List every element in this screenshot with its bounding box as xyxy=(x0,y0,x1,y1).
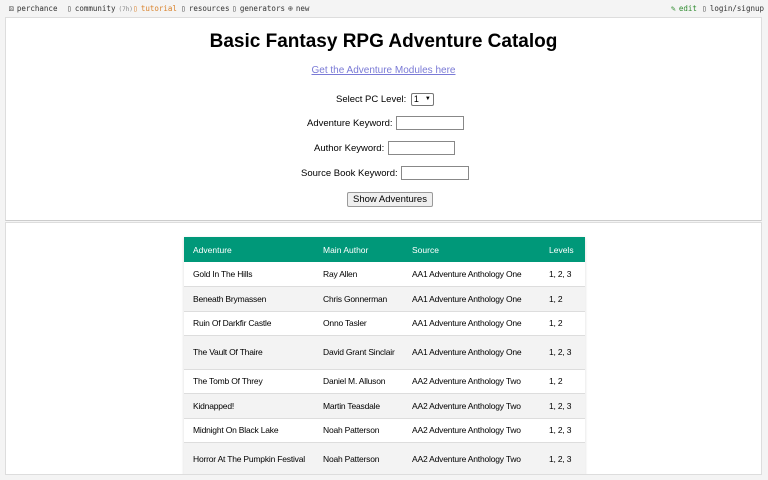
nav-resources[interactable]: ▯ resources xyxy=(181,4,229,13)
pc-level-value: 1 xyxy=(413,94,419,105)
levels-cell: 1, 2 xyxy=(549,376,563,386)
table-row: Gold In The Hills Ray Allen AA1 Adventur… xyxy=(184,262,585,286)
table-row: Midnight On Black Lake Noah Patterson AA… xyxy=(184,418,585,442)
levels-cell: 1, 2 xyxy=(549,293,563,304)
source-keyword-row: Source Book Keyword: xyxy=(301,166,470,180)
column-header-source: Source xyxy=(412,244,439,255)
column-header-adventure: Adventure xyxy=(193,244,232,255)
adventure-cell: Beneath Brymassen xyxy=(193,293,267,304)
author-cell: Noah Patterson xyxy=(323,425,380,435)
table-row: The Tomb Of Threy Daniel M. Alluson AA2 … xyxy=(184,369,585,393)
nav-resources-label: resources xyxy=(188,4,230,13)
plus-icon: ⊕ xyxy=(288,4,293,13)
source-cell: AA2 Adventure Anthology Two xyxy=(412,454,521,464)
table-row: Beneath Brymassen Chris Gonnerman AA1 Ad… xyxy=(184,286,585,311)
nav-perchance[interactable]: ⚄ perchance xyxy=(9,4,57,13)
levels-cell: 1, 2, 3 xyxy=(549,425,572,435)
adventure-keyword-label: Adventure Keyword: xyxy=(307,117,393,129)
author-cell: Ray Allen xyxy=(323,268,358,279)
source-keyword-input[interactable] xyxy=(401,166,470,180)
nav-edit[interactable]: ✎ edit xyxy=(671,4,697,13)
results-panel: Adventure Main Author Source Levels Gold… xyxy=(5,222,762,475)
author-cell: Chris Gonnerman xyxy=(323,293,388,304)
adventure-table: Adventure Main Author Source Levels Gold… xyxy=(184,237,585,474)
author-keyword-label: Author Keyword: xyxy=(314,142,385,154)
source-cell: AA1 Adventure Anthology One xyxy=(412,293,522,304)
author-keyword-input[interactable] xyxy=(387,141,455,155)
table-row: Kidnapped! Martin Teasdale AA2 Adventure… xyxy=(184,393,585,418)
levels-cell: 1, 2, 3 xyxy=(549,400,572,411)
table-row: Horror At The Pumpkin Festival Noah Patt… xyxy=(184,442,585,474)
source-cell: AA2 Adventure Anthology Two xyxy=(412,400,521,411)
author-cell: Onno Tasler xyxy=(323,318,367,328)
adventure-cell: Kidnapped! xyxy=(193,400,235,411)
author-cell: Noah Patterson xyxy=(323,454,380,464)
nav-tutorial-label: tutorial xyxy=(140,4,177,13)
adventure-cell: The Tomb Of Threy xyxy=(193,376,263,386)
nav-perchance-label: perchance xyxy=(16,4,58,13)
pc-level-label: Select PC Level: xyxy=(336,94,407,105)
nav-tutorial[interactable]: ▯ tutorial xyxy=(133,4,177,13)
source-keyword-label: Source Book Keyword: xyxy=(301,167,398,179)
page-title: Basic Fantasy RPG Adventure Catalog xyxy=(209,31,558,52)
pencil-icon: ✎ xyxy=(671,4,676,13)
adventure-cell: Ruin Of Darkfir Castle xyxy=(193,318,272,328)
modules-link[interactable]: Get the Adventure Modules here xyxy=(6,65,761,76)
column-header-author: Main Author xyxy=(323,244,369,255)
adventure-cell: Gold In The Hills xyxy=(193,268,253,279)
nav-login-label: login/signup xyxy=(709,4,765,13)
table-row: Ruin Of Darkfir Castle Onno Tasler AA1 A… xyxy=(184,311,585,335)
author-cell: David Grant Sinclair xyxy=(323,347,395,357)
adventure-cell: The Vault Of Thaire xyxy=(193,347,263,357)
adventure-keyword-input[interactable] xyxy=(396,116,465,130)
column-header-levels: Levels xyxy=(549,244,574,255)
nav-edit-label: edit xyxy=(678,4,697,13)
nav-community-label: community xyxy=(74,4,116,13)
author-cell: Martin Teasdale xyxy=(323,400,380,411)
source-cell: AA1 Adventure Anthology One xyxy=(412,268,522,279)
pc-level-row: Select PC Level: 1 ▼ xyxy=(336,93,434,106)
community-badge: (7h) xyxy=(118,6,133,13)
source-cell: AA1 Adventure Anthology One xyxy=(412,318,522,328)
book-icon: ▯ xyxy=(133,4,138,13)
author-cell: Daniel M. Alluson xyxy=(323,376,386,386)
source-cell: AA1 Adventure Anthology One xyxy=(412,347,522,357)
author-keyword-row: Author Keyword: xyxy=(314,141,455,155)
levels-cell: 1, 2 xyxy=(549,318,563,328)
chat-icon: ▯ xyxy=(67,4,72,13)
table-header-row: Adventure Main Author Source Levels xyxy=(184,237,585,262)
chevron-down-icon: ▼ xyxy=(424,96,431,102)
top-nav: ⚄ perchance ▯ community (7h) ▯ tutorial ▯ res… xyxy=(0,0,768,17)
nav-generators[interactable]: ▯ generators xyxy=(232,4,285,13)
pc-level-select[interactable]: 1 ▼ xyxy=(410,93,434,106)
adventure-keyword-row: Adventure Keyword: xyxy=(307,116,465,130)
show-adventures-button[interactable]: Show Adventures xyxy=(347,192,433,207)
levels-cell: 1, 2, 3 xyxy=(549,347,572,357)
nav-new[interactable]: ⊕ new xyxy=(288,4,309,13)
table-row: The Vault Of Thaire David Grant Sinclair… xyxy=(184,335,585,369)
levels-cell: 1, 2, 3 xyxy=(549,454,572,464)
nav-generators-label: generators xyxy=(239,4,285,13)
generators-icon: ▯ xyxy=(232,4,237,13)
adventure-cell: Horror At The Pumpkin Festival xyxy=(193,454,305,464)
nav-new-label: new xyxy=(295,4,310,13)
dice-icon: ⚄ xyxy=(9,4,14,13)
source-cell: AA2 Adventure Anthology Two xyxy=(412,425,521,435)
adventure-cell: Midnight On Black Lake xyxy=(193,425,279,435)
source-cell: AA2 Adventure Anthology Two xyxy=(412,376,521,386)
nav-community[interactable]: ▯ community (7h) xyxy=(67,4,133,13)
levels-cell: 1, 2, 3 xyxy=(549,268,572,279)
user-icon: ▯ xyxy=(702,4,707,13)
resources-icon: ▯ xyxy=(181,4,186,13)
nav-login[interactable]: ▯ login/signup xyxy=(702,4,764,13)
search-panel: Basic Fantasy RPG Adventure Catalog Get … xyxy=(5,17,762,221)
